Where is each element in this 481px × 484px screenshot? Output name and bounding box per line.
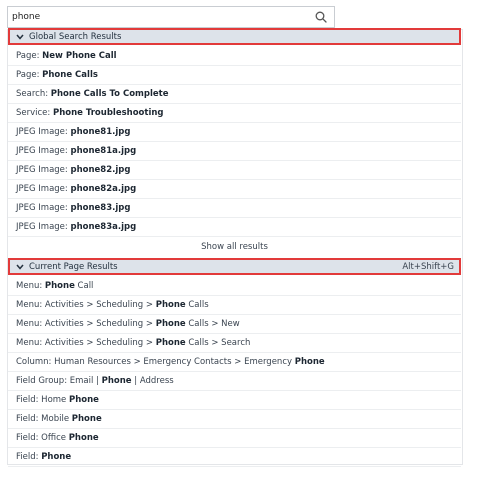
- chevron-down-icon: [16, 34, 24, 40]
- result-item-label: Search: Phone Calls To Complete: [16, 89, 169, 99]
- result-item-label: Menu: Activities > Scheduling > Phone Ca…: [16, 338, 251, 348]
- current-page-results-header[interactable]: Current Page Results Alt+Shift+G: [8, 258, 461, 275]
- result-item[interactable]: JPEG Image: phone82.jpg: [8, 161, 461, 180]
- result-item-label: Page: New Phone Call: [16, 51, 117, 61]
- search-box[interactable]: [7, 6, 335, 28]
- result-item[interactable]: Field: Home Phone: [8, 391, 461, 410]
- result-item[interactable]: JPEG Image: phone81a.jpg: [8, 142, 461, 161]
- result-item[interactable]: Search: Phone Calls To Complete: [8, 85, 461, 104]
- result-item-label: JPEG Image: phone82.jpg: [16, 165, 131, 175]
- search-input[interactable]: [12, 9, 312, 25]
- result-item[interactable]: Field: Office Phone: [8, 429, 461, 448]
- result-item-label: Service: Phone Troubleshooting: [16, 108, 164, 118]
- current-page-results-title: Current Page Results: [29, 262, 118, 272]
- result-item[interactable]: JPEG Image: phone82a.jpg: [8, 180, 461, 199]
- result-item-label: Column: Human Resources > Emergency Cont…: [16, 357, 325, 367]
- result-item[interactable]: JPEG Image: phone83a.jpg: [8, 218, 461, 237]
- result-item-label: JPEG Image: phone81a.jpg: [16, 146, 137, 156]
- result-item[interactable]: Service: Phone Troubleshooting: [8, 104, 461, 123]
- result-item[interactable]: Field: Phone: [8, 448, 461, 467]
- result-item[interactable]: Page: Phone Calls: [8, 66, 461, 85]
- result-item-label: JPEG Image: phone82a.jpg: [16, 184, 137, 194]
- result-item-label: JPEG Image: phone83.jpg: [16, 203, 131, 213]
- result-item[interactable]: Menu: Activities > Scheduling > Phone Ca…: [8, 315, 461, 334]
- result-item[interactable]: Field: Mobile Phone: [8, 410, 461, 429]
- result-item[interactable]: Field Group: Email | Phone | Address: [8, 372, 461, 391]
- show-all-results-link[interactable]: Show all results: [8, 239, 461, 256]
- result-item-label: Menu: Activities > Scheduling > Phone Ca…: [16, 319, 240, 329]
- result-item[interactable]: Menu: Activities > Scheduling > Phone Ca…: [8, 334, 461, 353]
- result-item[interactable]: Menu: Phone Call: [8, 277, 461, 296]
- keyboard-shortcut: Alt+Shift+G: [402, 262, 454, 272]
- result-item-label: JPEG Image: phone83a.jpg: [16, 222, 137, 232]
- result-item-label: Menu: Phone Call: [16, 281, 94, 291]
- result-item-label: Page: Phone Calls: [16, 70, 98, 80]
- global-results-title: Global Search Results: [29, 32, 122, 42]
- result-item[interactable]: JPEG Image: phone81.jpg: [8, 123, 461, 142]
- result-item[interactable]: Menu: Activities > Scheduling > Phone Ca…: [8, 296, 461, 315]
- result-item-label: Field Group: Email | Phone | Address: [16, 376, 174, 386]
- chevron-down-icon: [16, 264, 24, 270]
- result-item[interactable]: JPEG Image: phone83.jpg: [8, 199, 461, 218]
- result-item-label: Field: Mobile Phone: [16, 414, 102, 424]
- result-item-label: JPEG Image: phone81.jpg: [16, 127, 131, 137]
- result-item[interactable]: Page: New Phone Call: [8, 47, 461, 66]
- result-item[interactable]: Column: Human Resources > Emergency Cont…: [8, 353, 461, 372]
- result-item-label: Field: Home Phone: [16, 395, 99, 405]
- result-item-label: Menu: Activities > Scheduling > Phone Ca…: [16, 300, 209, 310]
- search-icon[interactable]: [314, 10, 328, 24]
- result-item-label: Field: Office Phone: [16, 433, 99, 443]
- result-item-label: Field: Phone: [16, 452, 72, 462]
- global-results-header[interactable]: Global Search Results: [8, 28, 461, 45]
